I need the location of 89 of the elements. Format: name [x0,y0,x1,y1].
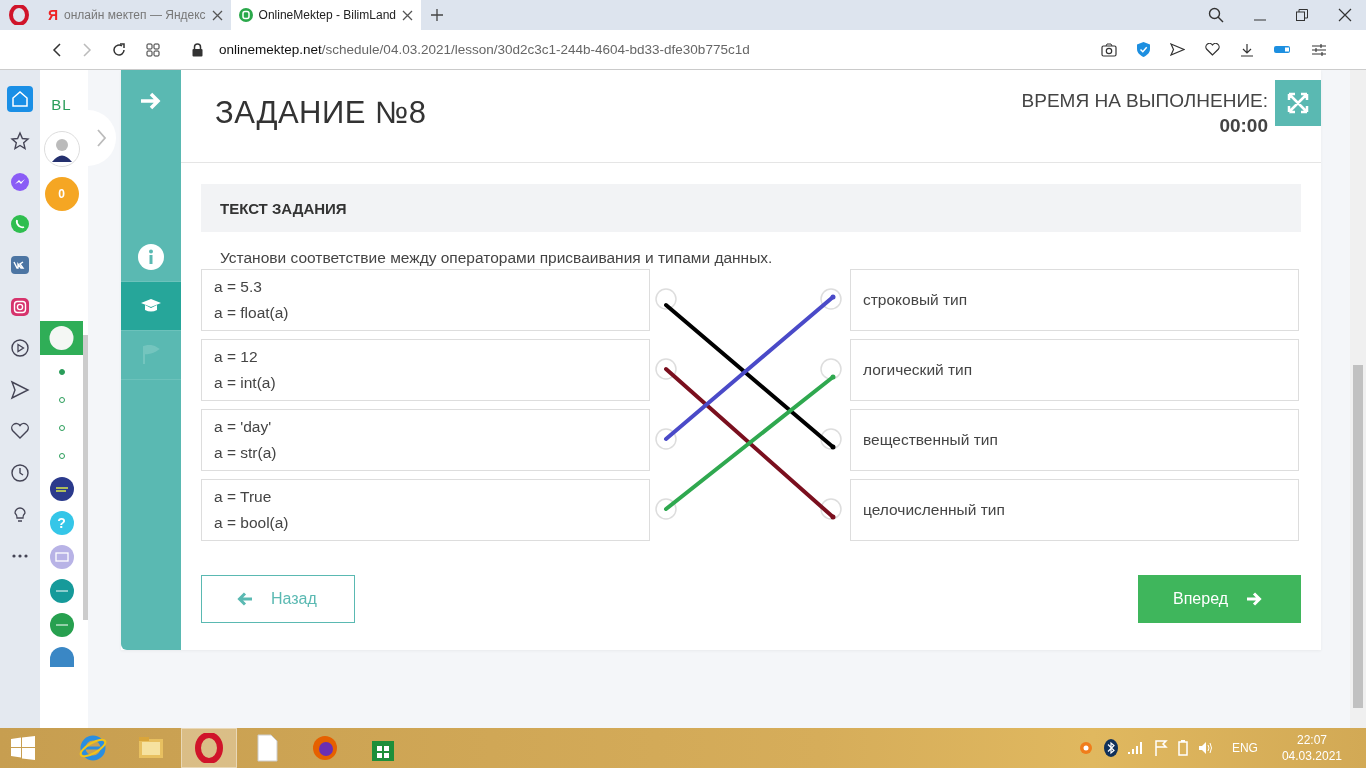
answer-text: логический тип [863,361,974,379]
arrow-right-icon [1246,592,1262,606]
answer-text: вещественный тип [863,431,999,449]
tab-title: OnlineMektep - BilimLand [258,8,396,22]
firefox-icon [310,733,340,763]
new-tab-icon[interactable] [431,9,443,21]
arrow-right-icon[interactable] [140,92,162,110]
answer-card[interactable]: a = 12 a = int(a) [201,339,650,401]
restore-icon[interactable] [1296,9,1308,21]
scrollbar[interactable] [83,335,88,620]
code-line: a = 5.3 [214,278,263,296]
taskbar-app[interactable] [181,728,237,768]
code-line: a = int(a) [214,374,277,392]
whatsapp-icon [10,213,30,234]
connector-dot[interactable] [655,428,677,450]
connector-dot[interactable] [820,288,842,310]
vk-icon [10,255,30,275]
home-icon [10,89,30,109]
answer-card[interactable]: целочисленный тип [850,479,1299,541]
site-favicon-icon [238,8,253,22]
flag-icon [141,345,161,365]
send-icon[interactable] [1170,43,1185,56]
opera-logo-icon[interactable] [9,5,29,25]
browser-tab[interactable]: OnlineMektep - BilimLand [230,0,421,30]
site-logo[interactable]: BL [51,96,72,113]
answer-card[interactable]: строковый тип [850,269,1299,331]
bluetooth-icon[interactable] [1103,739,1118,757]
answer-card[interactable]: a = True a = bool(a) [201,479,650,541]
close-icon[interactable] [1338,8,1352,22]
task-title: ЗАДАНИЕ №8 [215,95,428,131]
battery-saver-icon[interactable] [1274,45,1292,54]
answer-card[interactable]: a = 5.3 a = float(a) [201,269,650,331]
timer-value: 00:00 [1219,115,1268,137]
player-icon [10,338,30,358]
heart-icon [10,421,30,441]
tab-title: онлайн мектеп — Яндекс [64,8,206,22]
connector-dot[interactable] [655,358,677,380]
heart-icon[interactable] [1205,43,1220,56]
antivirus-icon[interactable] [1077,740,1094,756]
yandex-logo: Я [48,7,59,23]
connector-dot[interactable] [820,498,842,520]
code-line: a = True [214,488,273,506]
code-line: a = float(a) [214,304,290,322]
search-icon[interactable] [1208,7,1224,23]
close-icon[interactable] [211,9,223,21]
back-icon[interactable] [52,42,62,57]
camera-icon[interactable] [1101,42,1117,57]
instagram-icon [10,296,30,317]
answer-card[interactable]: вещественный тип [850,409,1299,471]
coin-counter: 0 [44,177,79,211]
messenger-icon [10,172,30,192]
instruction-text: Установи соответствие между операторами присваивания и типами данных. [220,249,774,267]
fullscreen-button[interactable] [1275,80,1321,126]
code-line: a = 'day' [214,418,273,436]
connector-dot[interactable] [655,288,677,310]
code-line: a = str(a) [214,444,278,462]
more-icon [12,553,28,558]
connector-dot[interactable] [820,358,842,380]
clock-icon [10,462,30,483]
windows-start-icon[interactable] [11,736,35,760]
settings-sliders-icon[interactable] [1312,43,1326,56]
arrow-left-icon [237,592,253,606]
reload-icon[interactable] [112,42,126,57]
avatar-icon[interactable] [43,131,80,167]
answer-card[interactable]: логический тип [850,339,1299,401]
star-icon [10,130,30,151]
expand-icon [1287,92,1309,114]
section-heading: ТЕКСТ ЗАДАНИЯ [201,184,1301,232]
scrollbar[interactable] [1350,70,1366,728]
side-tab[interactable] [121,282,181,331]
answer-text: строковый тип [863,291,969,309]
ie-icon [78,733,108,763]
lock-icon [192,42,203,57]
page-dot[interactable] [58,369,65,375]
connector-dot[interactable] [655,498,677,520]
timer-label: ВРЕМЯ НА ВЫПОЛНЕНИЕ: [1021,90,1268,112]
connector-dot[interactable] [820,428,842,450]
send-icon [10,379,30,400]
download-icon[interactable] [1240,42,1254,57]
info-icon [138,244,164,270]
code-line: a = bool(a) [214,514,290,532]
shield-icon[interactable] [1137,42,1150,57]
close-icon[interactable] [402,9,413,21]
grid-icon[interactable] [146,42,160,57]
graduation-cap-icon [140,298,162,314]
code-line: a = 12 [214,348,259,366]
answer-card[interactable]: a = 'day' a = str(a) [201,409,650,471]
opera-icon [194,733,224,763]
answer-text: целочисленный тип [863,501,1006,519]
